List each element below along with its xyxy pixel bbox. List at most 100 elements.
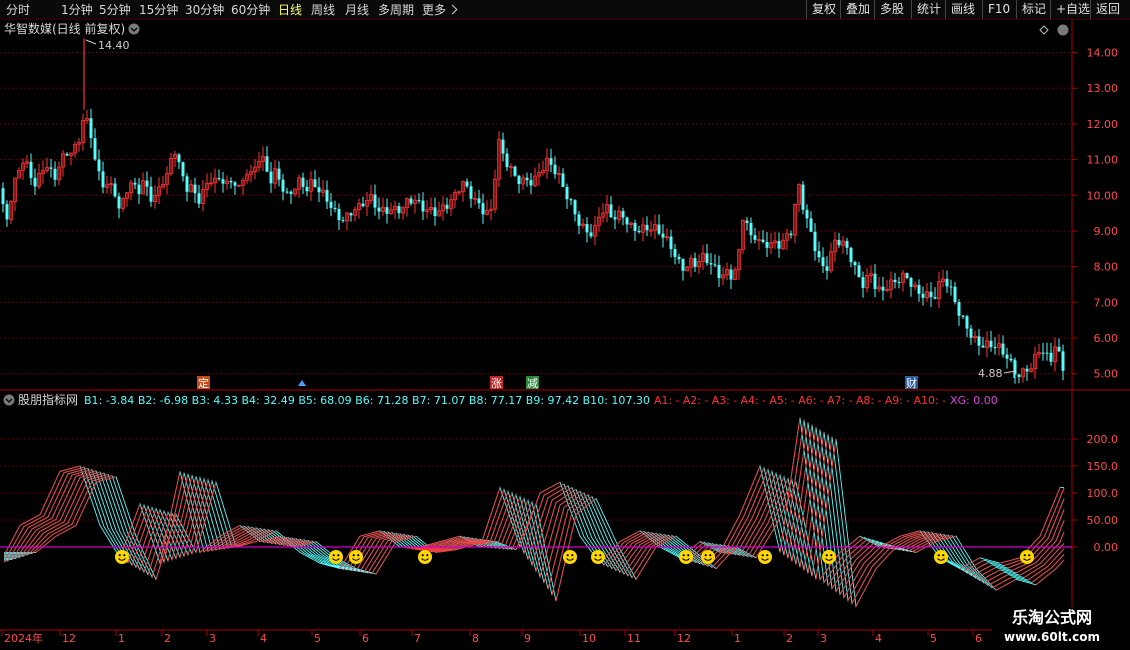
candle-body xyxy=(529,180,533,186)
candle-body xyxy=(905,273,909,278)
smiley-icon xyxy=(349,550,363,564)
price-tick-label: 5.00 xyxy=(1094,368,1119,381)
candle-body xyxy=(445,204,449,209)
indicator-tick-label: 150.0 xyxy=(1087,460,1119,473)
price-tick-label: 11.00 xyxy=(1087,154,1119,167)
smiley-eye xyxy=(830,554,833,557)
candle-body xyxy=(953,286,957,303)
candle-body xyxy=(145,180,149,187)
time-label: 4 xyxy=(875,632,882,645)
candle-body xyxy=(753,235,757,240)
indicator-value-xg: XG: 0.00 xyxy=(950,394,998,407)
watermark-url: www.60lt.com xyxy=(1003,630,1101,644)
candle-body xyxy=(501,139,505,154)
candle-body xyxy=(845,241,849,248)
candle-body xyxy=(801,184,805,210)
panel-toggle-icon[interactable] xyxy=(1057,24,1069,36)
candle-body xyxy=(897,282,901,284)
candle-body xyxy=(481,203,485,215)
candle-body xyxy=(505,153,509,168)
candle-body xyxy=(657,224,661,234)
candle-body xyxy=(933,297,937,299)
candle-body xyxy=(893,279,897,283)
candle-body xyxy=(5,204,9,220)
price-axis-ticks: 14.00 13.00 12.00 11.00 10.00 9.00 8.00 7.00 6.0… xyxy=(1072,47,1118,381)
candle-body xyxy=(397,206,401,214)
indicator-values-a: A1: - A2: - A3: - A4: - A5: - A6: - A7: … xyxy=(654,394,946,407)
candle-body xyxy=(133,182,137,185)
time-label: 6 xyxy=(362,632,369,645)
candle-body xyxy=(569,199,573,201)
smiley-icon xyxy=(1020,550,1034,564)
indicator-dropdown-icon[interactable] xyxy=(3,394,15,406)
candle-body xyxy=(305,186,309,192)
smiley-eye xyxy=(682,554,685,557)
time-label: 2 xyxy=(164,632,171,645)
smiley-eye xyxy=(571,554,574,557)
candle-body xyxy=(573,200,577,215)
candle-body xyxy=(517,175,521,185)
candle-body xyxy=(705,253,709,264)
indicator-axis-ticks: 200.0 150.0 100.0 50.00 0.00 xyxy=(1072,433,1118,554)
indicator-tick-label: 200.0 xyxy=(1087,433,1119,446)
candle-body xyxy=(377,207,381,212)
candle-body xyxy=(917,284,921,294)
time-label: 4 xyxy=(260,632,267,645)
candle-body xyxy=(713,264,717,266)
candle-body xyxy=(817,251,821,258)
candle-body xyxy=(317,187,321,193)
candlestick-series xyxy=(1,38,1065,384)
candle-body xyxy=(765,241,769,248)
candle-body xyxy=(1045,352,1049,354)
candle-body xyxy=(233,182,237,186)
candle-body xyxy=(341,220,345,222)
candle-body xyxy=(89,118,93,139)
candle-body xyxy=(749,222,753,236)
candle-body xyxy=(373,194,377,208)
indicator-values-b: B1: -3.84 B2: -6.98 B3: 4.33 B4: 32.49 B… xyxy=(84,394,650,407)
smiley-eye xyxy=(426,554,429,557)
event-marker-jian[interactable]: 减 xyxy=(527,377,538,390)
candle-body xyxy=(553,164,557,175)
smiley-icon xyxy=(758,550,772,564)
candle-body xyxy=(681,259,685,271)
candle-body xyxy=(709,263,713,265)
price-tick-label: 14.00 xyxy=(1087,47,1119,60)
candle-body xyxy=(1009,358,1013,361)
smiley-eye xyxy=(704,554,707,557)
indicator-tick-label: 100.0 xyxy=(1087,487,1119,500)
candle-body xyxy=(857,265,861,278)
event-marker-cai[interactable]: 财 xyxy=(906,376,917,390)
price-tick-label: 8.00 xyxy=(1094,261,1119,274)
triangle-up-icon[interactable] xyxy=(298,380,306,386)
price-tick-label: 12.00 xyxy=(1087,118,1119,131)
stock-chart[interactable]: 14.0013.0012.0011.0010.009.008.007.006.0… xyxy=(0,0,1130,650)
time-label: 5 xyxy=(314,632,321,645)
candle-body xyxy=(673,249,677,257)
title-dropdown-icon[interactable] xyxy=(128,23,140,35)
candle-body xyxy=(645,224,649,231)
candle-body xyxy=(361,203,365,207)
smiley-eye xyxy=(599,554,602,557)
candle-body xyxy=(93,138,97,160)
candle-body xyxy=(337,209,341,221)
smiley-eye xyxy=(1023,554,1026,557)
event-marker-zhang[interactable]: 涨 xyxy=(491,377,502,390)
smiley-eye xyxy=(123,554,126,557)
smiley-markers xyxy=(115,550,1034,564)
smiley-eye xyxy=(337,554,340,557)
time-label: 1 xyxy=(734,632,741,645)
indicator-line-b3 xyxy=(4,422,1065,587)
smiley-eye xyxy=(687,554,690,557)
price-tick-label: 7.00 xyxy=(1094,296,1119,309)
indicator-name: 股朋指标网 xyxy=(18,392,78,407)
candle-body xyxy=(477,198,481,204)
smiley-eye xyxy=(709,554,712,557)
indicator-tick-label: 50.00 xyxy=(1087,514,1119,527)
smiley-eye xyxy=(332,554,335,557)
diamond-icon[interactable] xyxy=(1039,25,1049,35)
candle-body xyxy=(49,167,53,169)
main-grid xyxy=(0,52,1072,375)
event-marker-ding[interactable]: 定 xyxy=(198,376,209,390)
candle-body xyxy=(421,200,425,212)
